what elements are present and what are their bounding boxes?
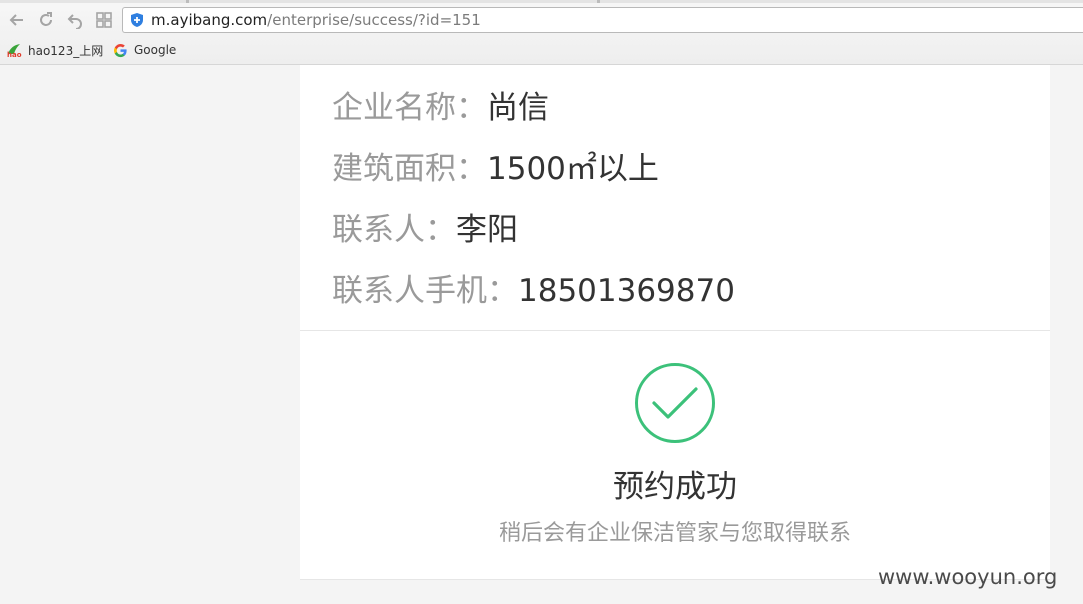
hao123-icon: hao (6, 42, 22, 58)
success-title: 预约成功 (613, 469, 737, 505)
booking-info-list: 企业名称：尚信 建筑面积：1500㎡以上 联系人：李阳 联系人手机：185013… (332, 83, 1032, 327)
refresh-icon[interactable] (36, 10, 56, 30)
grid-icon[interactable] (94, 10, 114, 30)
google-icon (112, 42, 128, 58)
info-row-building-area: 建筑面积：1500㎡以上 (332, 144, 1032, 205)
bookmark-hao123[interactable]: hao hao123_上网 (6, 40, 103, 60)
navigation-row: m.ayibang.com/enterprise/success/?id=151 (0, 6, 1083, 36)
bookmark-label: hao123_上网 (28, 43, 104, 58)
bookmark-label: Google (134, 43, 177, 57)
tab-strip (0, 0, 1083, 3)
svg-text:hao: hao (7, 51, 22, 58)
url-text[interactable]: m.ayibang.com/enterprise/success/?id=151 (151, 11, 481, 29)
field-value: 李阳 (456, 212, 518, 248)
page-viewport: 企业名称：尚信 建筑面积：1500㎡以上 联系人：李阳 联系人手机：185013… (0, 65, 1083, 604)
url-path: /enterprise/success/?id=151 (267, 11, 481, 29)
check-circle-icon (635, 363, 715, 443)
field-label: 建筑面积： (332, 151, 487, 187)
field-label: 联系人手机： (332, 273, 518, 309)
back-icon[interactable] (7, 10, 27, 30)
field-label: 联系人： (332, 212, 456, 248)
tab-edge[interactable] (597, 0, 600, 3)
bookmarks-bar: hao hao123_上网 Google (0, 38, 1083, 62)
success-subtitle: 稍后会有企业保洁管家与您取得联系 (498, 521, 851, 546)
field-value: 尚信 (487, 90, 549, 126)
browser-chrome: m.ayibang.com/enterprise/success/?id=151… (0, 0, 1083, 65)
info-row-company-name: 企业名称：尚信 (332, 83, 1032, 144)
bookmark-google[interactable]: Google (112, 40, 176, 60)
field-value: 18501369870 (518, 273, 735, 309)
field-value: 1500㎡以上 (487, 151, 659, 187)
info-row-contact-person: 联系人：李阳 (332, 205, 1032, 266)
url-host: m.ayibang.com (151, 11, 268, 29)
section-divider (300, 330, 1050, 331)
booking-result-card: 企业名称：尚信 建筑面积：1500㎡以上 联系人：李阳 联系人手机：185013… (300, 65, 1050, 580)
field-label: 企业名称： (332, 90, 487, 126)
security-shield-icon[interactable] (129, 12, 145, 28)
info-row-contact-phone: 联系人手机：18501369870 (332, 266, 1032, 327)
address-bar[interactable]: m.ayibang.com/enterprise/success/?id=151 (122, 7, 1083, 33)
undo-icon[interactable] (65, 10, 85, 30)
watermark-text: www.wooyun.org (878, 565, 1058, 589)
tab-edge[interactable] (186, 0, 189, 3)
